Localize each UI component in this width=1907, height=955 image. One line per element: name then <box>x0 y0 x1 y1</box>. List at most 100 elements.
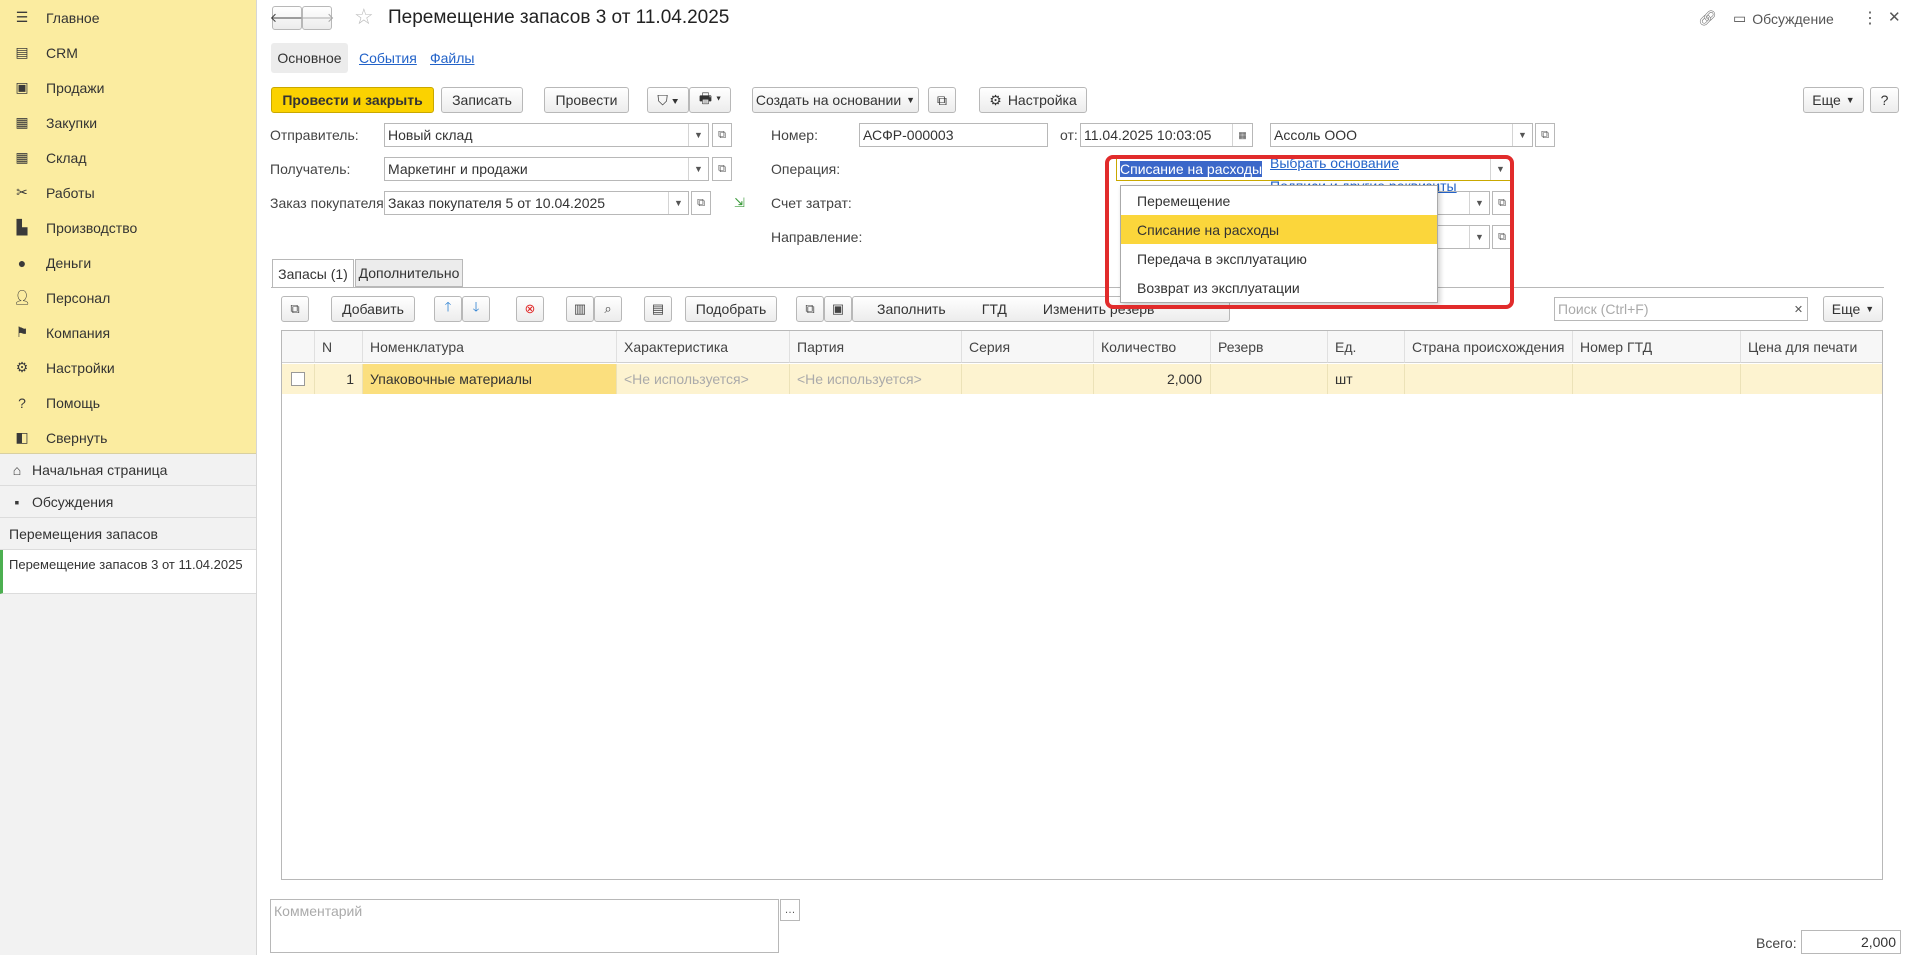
table-cell[interactable]: Упаковочные материалы <box>363 364 617 394</box>
table-cell[interactable] <box>1573 364 1741 394</box>
sidebar-item-2[interactable]: ▣ Продажи <box>0 70 256 105</box>
table-cell[interactable] <box>1741 364 1882 394</box>
filter-button[interactable]: ⛉ ▾ <box>647 87 689 113</box>
forward-button[interactable]: 🡒 <box>299 6 335 30</box>
table-cell[interactable] <box>962 364 1094 394</box>
column-header[interactable]: N <box>315 331 363 363</box>
column-header[interactable]: Серия <box>962 331 1094 363</box>
back-button[interactable]: 🡐 <box>270 6 304 30</box>
sidebar-item-9[interactable]: ⚑ Компания <box>0 315 256 350</box>
sidebar-item-12[interactable]: ◧ Свернуть <box>0 420 256 455</box>
tab-events[interactable]: События <box>359 50 417 66</box>
column-header[interactable]: Номер ГТД <box>1573 331 1741 363</box>
scan-button[interactable]: ⌕ <box>594 296 622 322</box>
copy-rows-button[interactable]: ⧉ <box>281 296 309 322</box>
table-cell[interactable]: 2,000 <box>1094 364 1211 394</box>
column-header[interactable]: Номенклатура <box>363 331 617 363</box>
column-header[interactable]: Резерв <box>1211 331 1328 363</box>
star-icon[interactable]: ☆ <box>354 4 374 30</box>
organization-field[interactable]: Ассоль ООО ▼ <box>1270 123 1533 147</box>
sidebar-open-group-label: Перемещения запасов <box>9 525 158 542</box>
sidebar-open-document[interactable]: Перемещение запасов 3 от 11.04.2025 <box>0 550 256 594</box>
paste-button[interactable]: ▣ <box>824 296 852 322</box>
column-header[interactable]: Цена для печати <box>1741 331 1882 363</box>
tab-additional[interactable]: Дополнительно <box>355 259 463 287</box>
tab-main[interactable]: Основное <box>271 43 348 73</box>
sidebar-home[interactable]: ⌂ Начальная страница <box>0 454 256 486</box>
sidebar-item-6[interactable]: ▙ Производство <box>0 210 256 245</box>
arrow-right-icon: 🡒 <box>299 10 335 25</box>
number-field[interactable]: АСФР-000003 <box>859 123 1048 147</box>
sidebar-item-10[interactable]: ⚙ Настройки <box>0 350 256 385</box>
chevron-down-icon[interactable]: ▼ <box>1512 124 1532 146</box>
table-import-button[interactable]: ▤ <box>644 296 672 322</box>
sender-open-button[interactable]: ⧉ <box>712 123 732 147</box>
link-icon[interactable]: 🔗︎ <box>1698 9 1717 27</box>
more-button[interactable]: Еще ▼ <box>1803 87 1864 113</box>
sidebar-item-1[interactable]: ▤ CRM <box>0 35 256 70</box>
sidebar-open-group[interactable]: Перемещения запасов <box>0 518 256 550</box>
comment-field[interactable]: Комментарий <box>270 899 779 953</box>
comment-expand-button[interactable]: … <box>780 899 800 921</box>
print-button[interactable]: 🖶︎ ▾ <box>689 87 731 113</box>
delete-row-button[interactable]: ⊗ <box>516 296 544 322</box>
pick-button[interactable]: Подобрать <box>685 296 777 322</box>
sidebar-item-4[interactable]: ▦ Склад <box>0 140 256 175</box>
settings-button[interactable]: ⚙ Настройка <box>979 87 1087 113</box>
table-cell[interactable]: <Не используется> <box>617 364 790 394</box>
post-and-close-button[interactable]: Провести и закрыть <box>271 87 434 113</box>
calendar-icon[interactable]: ▦ <box>1232 124 1252 146</box>
help-button[interactable]: ? <box>1870 87 1899 113</box>
post-button[interactable]: Провести <box>544 87 629 113</box>
add-row-button[interactable]: Добавить <box>331 296 415 322</box>
date-field[interactable]: 11.04.2025 10:03:05 ▦ <box>1080 123 1253 147</box>
more-vertical-icon[interactable]: ⋮ <box>1862 8 1878 28</box>
sidebar-item-0[interactable]: ☰ Главное <box>0 0 256 35</box>
sender-field[interactable]: Новый склад ▼ <box>384 123 709 147</box>
recipient-open-button[interactable]: ⧉ <box>712 157 732 181</box>
chevron-down-icon[interactable]: ▼ <box>688 124 708 146</box>
sidebar-item-label: Настройки <box>46 359 115 376</box>
sidebar-item-3[interactable]: ▦ Закупки <box>0 105 256 140</box>
search-input[interactable]: Поиск (Ctrl+F) <box>1554 297 1794 321</box>
search-clear-button[interactable]: ✕ <box>1790 297 1808 321</box>
sidebar-discussions[interactable]: ▪ Обсуждения <box>0 486 256 518</box>
discussion-button[interactable]: ▭ Обсуждение <box>1733 10 1834 27</box>
barcode-button[interactable]: ▥ <box>566 296 594 322</box>
column-header[interactable]: Количество <box>1094 331 1211 363</box>
sidebar-item-8[interactable]: 👤︎ Персонал <box>0 280 256 315</box>
copy-button[interactable]: ⧉ <box>796 296 824 322</box>
column-header[interactable]: Характеристика <box>617 331 790 363</box>
chevron-down-icon: ▼ <box>1845 95 1855 105</box>
table-cell[interactable] <box>1211 364 1328 394</box>
sidebar-item-5[interactable]: ✂ Работы <box>0 175 256 210</box>
save-button[interactable]: Записать <box>441 87 523 113</box>
tab-files[interactable]: Файлы <box>430 50 474 66</box>
move-up-button[interactable]: 🡑 <box>434 296 462 322</box>
chevron-down-icon[interactable]: ▼ <box>688 158 708 180</box>
row-checkbox[interactable] <box>282 364 315 394</box>
column-header[interactable]: Страна происхождения <box>1405 331 1573 363</box>
sidebar-item-11[interactable]: ? Помощь <box>0 385 256 420</box>
recipient-field[interactable]: Маркетинг и продажи ▼ <box>384 157 709 181</box>
column-header[interactable]: Ед. <box>1328 331 1405 363</box>
column-checkbox <box>282 331 315 363</box>
tab-stock[interactable]: Запасы (1) <box>272 259 354 288</box>
structure-button[interactable]: ⧉ <box>928 87 956 113</box>
create-based-on-button[interactable]: Создать на основании ▼ <box>752 87 919 113</box>
table-cell[interactable]: шт <box>1328 364 1405 394</box>
chevron-down-icon[interactable]: ▼ <box>668 192 688 214</box>
table-cell[interactable]: <Не используется> <box>790 364 962 394</box>
fill-button[interactable]: Заполнить <box>877 301 946 317</box>
fill-from-order-icon[interactable]: ⇲ <box>734 195 745 211</box>
close-icon[interactable]: ✕ <box>1888 8 1901 26</box>
table-cell[interactable] <box>1405 364 1573 394</box>
gtd-button[interactable]: ГТД <box>982 301 1007 317</box>
order-open-button[interactable]: ⧉ <box>691 191 711 215</box>
organization-open-button[interactable]: ⧉ <box>1535 123 1555 147</box>
sidebar-item-7[interactable]: ● Деньги <box>0 245 256 280</box>
column-header[interactable]: Партия <box>790 331 962 363</box>
order-field[interactable]: Заказ покупателя 5 от 10.04.2025 ▼ <box>384 191 689 215</box>
table-more-button[interactable]: Еще ▼ <box>1823 296 1883 322</box>
move-down-button[interactable]: 🡓 <box>462 296 490 322</box>
